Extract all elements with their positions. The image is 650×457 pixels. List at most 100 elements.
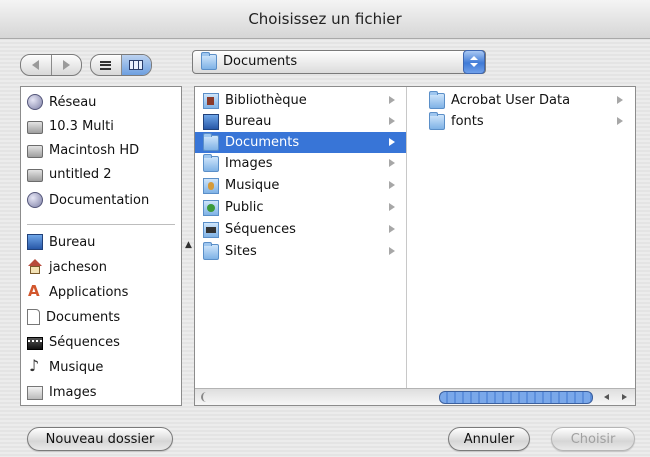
view-mode-control: [90, 54, 152, 76]
sidebar-item-label: Réseau: [49, 94, 97, 110]
row-label: Documents: [225, 135, 300, 150]
sidebar: Réseau 10.3 Multi Macintosh HD untitled …: [20, 86, 182, 406]
column-view-icon: [129, 60, 144, 70]
disclosure-arrow-icon: [617, 117, 623, 125]
scroll-track-end: [201, 392, 213, 402]
browser-row-bibliotheque[interactable]: Bibliothèque: [195, 90, 406, 111]
choose-button[interactable]: Choisir: [551, 427, 635, 451]
browser-row-sites[interactable]: Sites: [195, 241, 406, 262]
chevron-up-icon: [470, 56, 478, 60]
browser-row-bureau[interactable]: Bureau: [195, 111, 406, 132]
applications-icon: [27, 282, 43, 300]
folder-icon: [203, 241, 219, 260]
sidebar-item-label: Images: [49, 384, 97, 400]
scroll-arrows: [597, 390, 633, 403]
back-arrow-icon: [32, 60, 40, 70]
popup-stepper[interactable]: [463, 50, 485, 74]
list-view-icon: [100, 60, 112, 70]
desktop-icon: [27, 234, 43, 250]
column-divider[interactable]: [406, 87, 407, 390]
list-view-button[interactable]: [91, 55, 121, 75]
library-folder-icon: [203, 92, 219, 109]
sidebar-item-label: Séquences: [49, 334, 120, 350]
folder-icon: [429, 90, 445, 109]
sidebar-item-label: Musique: [49, 359, 104, 375]
horizontal-scrollbar[interactable]: [195, 388, 635, 405]
documents-folder-icon: [203, 132, 219, 151]
browser-row-documents[interactable]: Documents: [195, 132, 406, 153]
row-label: Images: [225, 156, 273, 171]
disclosure-arrow-icon: [389, 117, 395, 125]
public-folder-icon: [203, 199, 219, 216]
movies-icon: [27, 336, 43, 350]
row-label: Bibliothèque: [225, 93, 307, 108]
music-folder-icon: [203, 177, 219, 194]
sidebar-item-documents[interactable]: Documents: [27, 306, 120, 328]
chevron-down-icon: [470, 63, 478, 67]
browser-row-musique[interactable]: Musique: [195, 175, 406, 196]
sidebar-item-label: Macintosh HD: [49, 142, 140, 158]
disclosure-arrow-icon: [389, 159, 395, 167]
disclosure-arrow-icon: [389, 96, 395, 104]
sidebar-item-label: Applications: [49, 284, 129, 300]
forward-arrow-icon: [62, 60, 70, 70]
sidebar-item-applications[interactable]: Applications: [27, 281, 128, 303]
scroll-left-button[interactable]: [597, 390, 615, 403]
folder-icon: [429, 111, 445, 130]
sidebar-item-jacheson[interactable]: jacheson: [27, 256, 107, 278]
document-icon: [27, 309, 40, 325]
sidebar-item-documentation[interactable]: Documentation: [27, 189, 149, 211]
hard-disk-icon: [27, 168, 43, 182]
network-globe-icon: [27, 192, 43, 208]
pictures-folder-icon: [203, 153, 219, 172]
row-label: Musique: [225, 178, 280, 193]
title-bar[interactable]: Choisissez un fichier: [0, 0, 650, 39]
disclosure-arrow-icon: [617, 96, 623, 104]
sidebar-item-images[interactable]: Images: [27, 381, 97, 403]
hard-disk-icon: [27, 120, 43, 134]
network-globe-icon: [27, 94, 43, 110]
browser-row-public[interactable]: Public: [195, 197, 406, 218]
scroll-right-arrow-icon: [621, 393, 627, 400]
sidebar-item-bureau[interactable]: Bureau: [27, 231, 95, 253]
sidebar-item-label: untitled 2: [49, 166, 112, 182]
hard-disk-icon: [27, 144, 43, 158]
row-label: Séquences: [225, 222, 296, 237]
scroll-left-arrow-icon: [603, 393, 609, 400]
forward-button[interactable]: [50, 55, 82, 75]
documents-folder-icon: [201, 52, 217, 70]
disclosure-arrow-icon: [389, 203, 395, 211]
movies-folder-icon: [203, 221, 219, 238]
sidebar-resize-handle[interactable]: ▲: [185, 240, 192, 250]
file-dialog-window: Choisissez un fichier Documents Réseau 1…: [0, 0, 650, 457]
location-popup[interactable]: Documents: [192, 50, 486, 74]
row-label: Acrobat User Data: [451, 93, 571, 108]
browser-row-acrobat-user-data[interactable]: Acrobat User Data: [407, 90, 635, 111]
sidebar-item-musique[interactable]: Musique: [27, 356, 103, 378]
disclosure-arrow-icon: [389, 138, 395, 146]
sidebar-item-10-3-multi[interactable]: 10.3 Multi: [27, 115, 114, 137]
back-button[interactable]: [21, 55, 51, 75]
sidebar-item-label: 10.3 Multi: [49, 118, 114, 134]
disclosure-arrow-icon: [389, 181, 395, 189]
pictures-icon: [27, 386, 43, 400]
scroll-right-button[interactable]: [615, 390, 633, 403]
browser-row-sequences[interactable]: Séquences: [195, 219, 406, 240]
back-forward-control: [20, 54, 82, 76]
sidebar-item-label: Documents: [46, 309, 121, 325]
window-title: Choisissez un fichier: [248, 10, 402, 28]
cancel-button[interactable]: Annuler: [448, 427, 530, 451]
browser-row-fonts[interactable]: fonts: [407, 111, 635, 132]
scroll-thumb[interactable]: [439, 391, 593, 404]
new-folder-button[interactable]: Nouveau dossier: [27, 427, 173, 451]
sidebar-item-sequences[interactable]: Séquences: [27, 331, 120, 353]
sidebar-item-reseau[interactable]: Réseau: [27, 91, 96, 113]
row-label: fonts: [451, 114, 484, 129]
column-view-button[interactable]: [120, 55, 151, 75]
browser-row-images[interactable]: Images: [195, 153, 406, 174]
disclosure-arrow-icon: [389, 247, 395, 255]
sidebar-item-label: Documentation: [49, 192, 150, 208]
sidebar-item-untitled-2[interactable]: untitled 2: [27, 163, 112, 185]
sidebar-item-macintosh-hd[interactable]: Macintosh HD: [27, 139, 139, 161]
row-label: Public: [225, 200, 264, 215]
